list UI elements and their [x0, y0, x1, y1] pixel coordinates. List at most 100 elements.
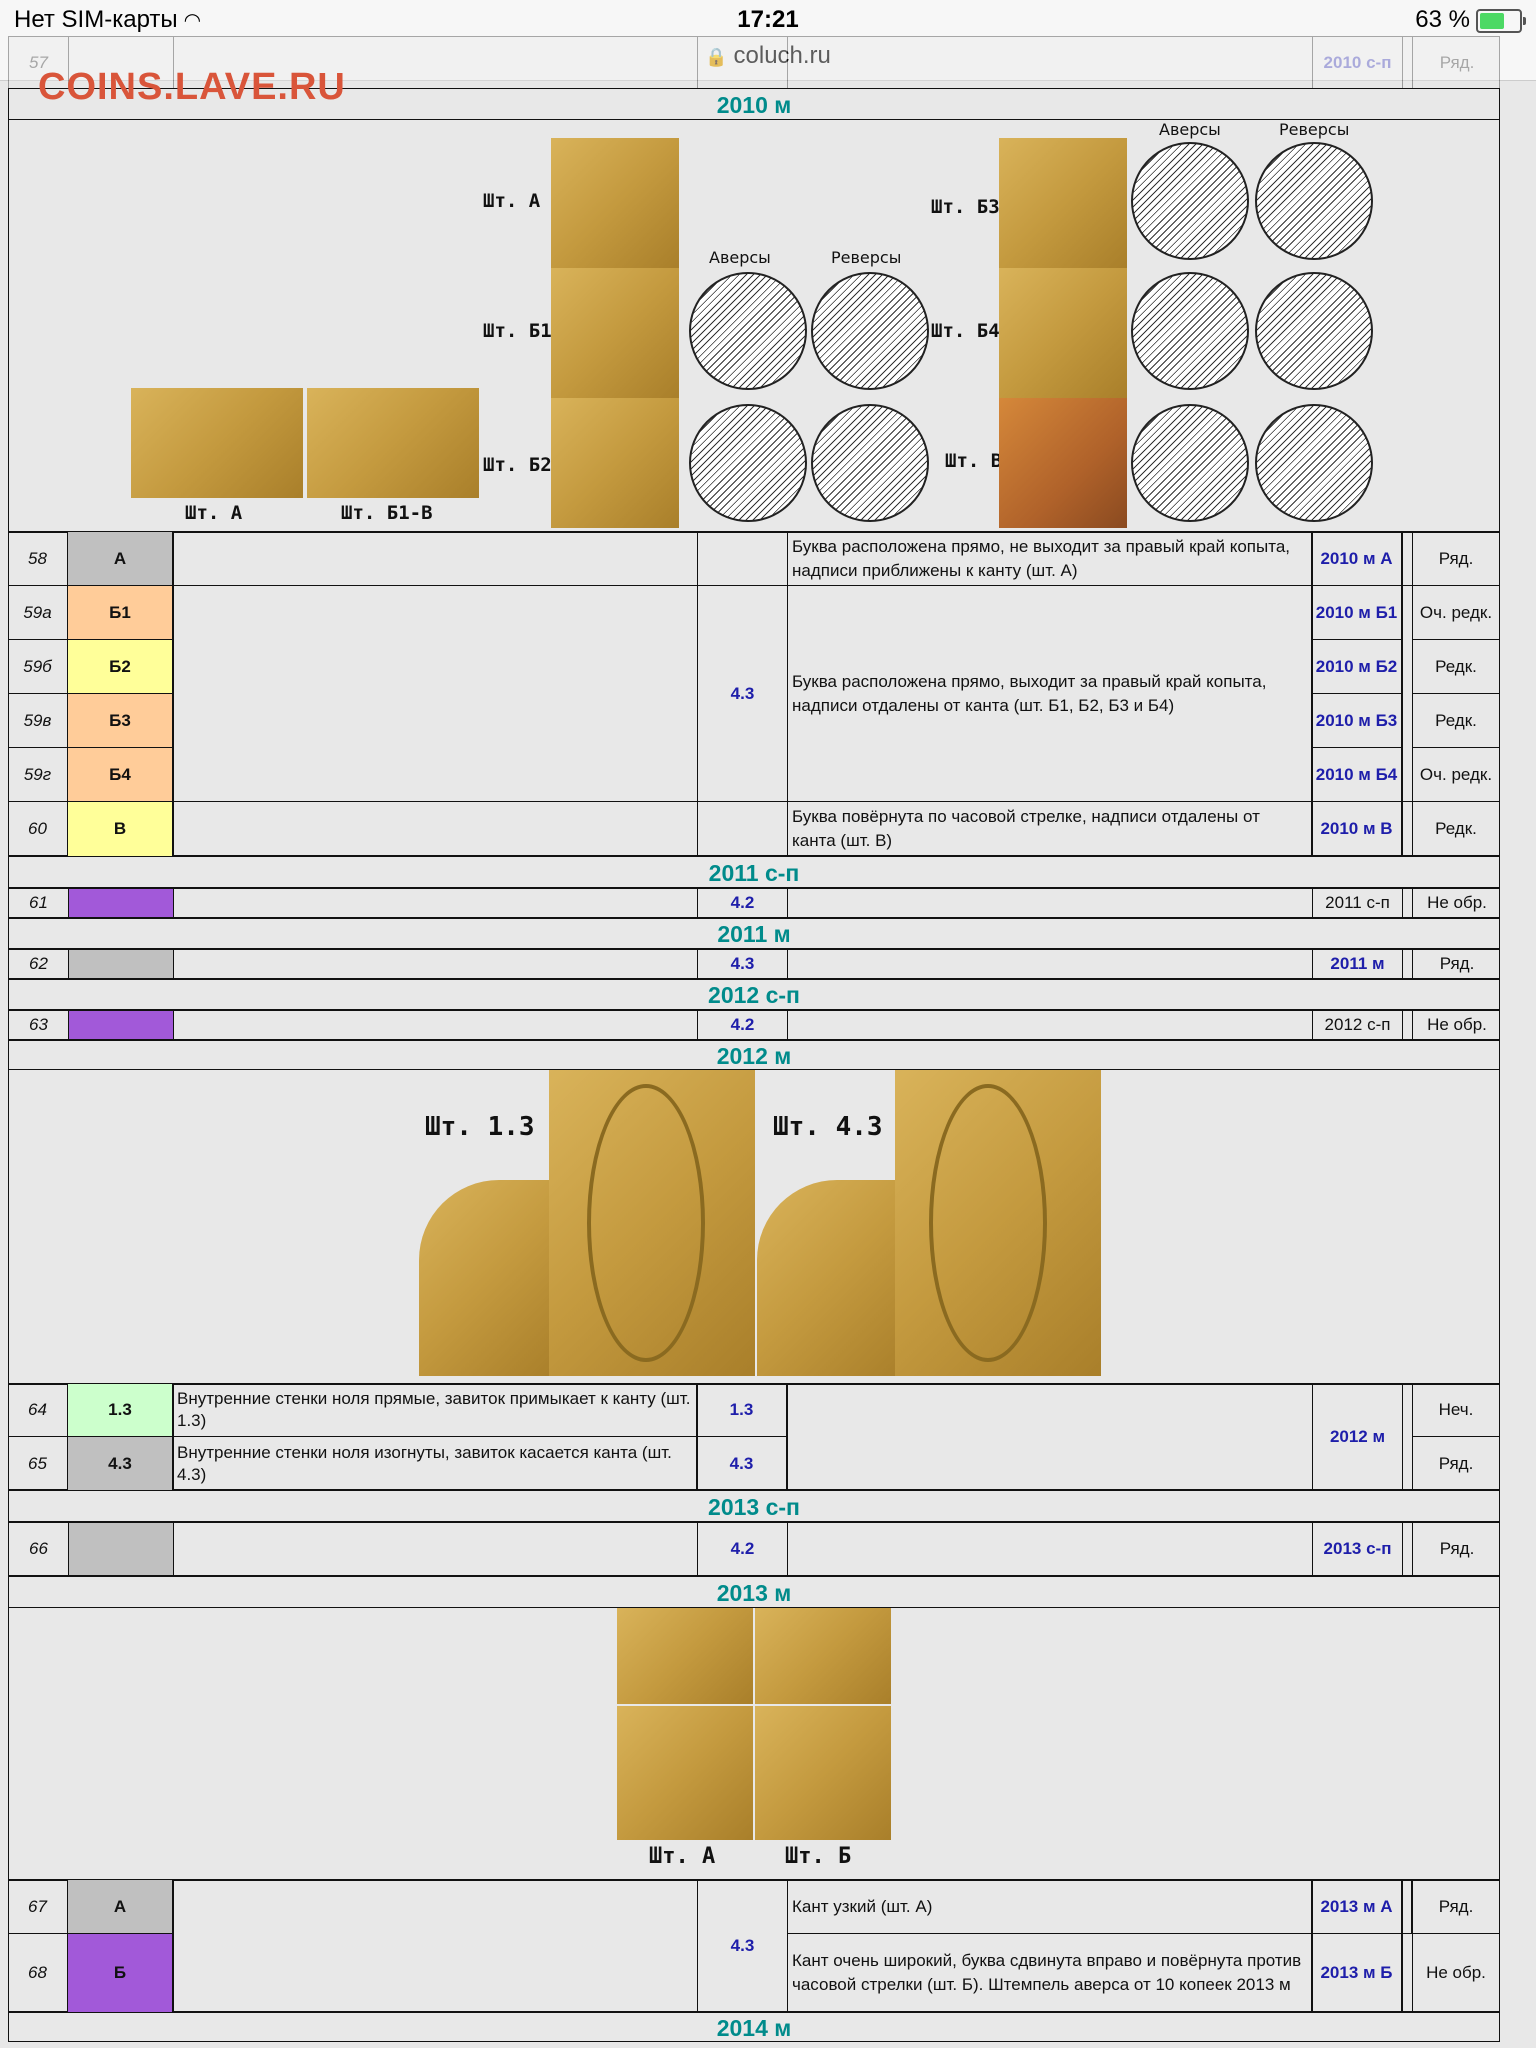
row-code[interactable]: 4.2 — [698, 1523, 788, 1575]
row-code[interactable]: 1.3 — [697, 1384, 787, 1437]
coin-diagram — [811, 404, 929, 522]
row-rarity: Оч. редк. — [1412, 748, 1500, 802]
label-a: Шт. А — [483, 190, 541, 212]
variant-badge: Б3 — [68, 694, 173, 748]
row-rarity: Оч. редк. — [1412, 586, 1500, 640]
variant-badge — [69, 950, 174, 978]
table-row-66: 66 4.2 2013 с-п Ряд. — [8, 1522, 1500, 1576]
variant-badge: Б4 — [68, 748, 173, 802]
section-header-2012m: 2012 м — [8, 1040, 1500, 1070]
coin-photo-b-bottom — [755, 1706, 891, 1840]
section-header-2014m: 2014 м — [8, 2012, 1500, 2042]
row-number: 67 — [8, 1880, 68, 1934]
row-year[interactable]: 2011 м — [1313, 950, 1403, 978]
table-2010m: 4.3 58 А Буква расположена прямо, не вых… — [8, 532, 1500, 856]
row-year[interactable]: 2013 м Б — [1312, 1934, 1402, 2012]
variant-badge: 4.3 — [68, 1437, 173, 1490]
die-photo-b4 — [999, 268, 1127, 398]
variant-badge: В — [68, 802, 173, 856]
row-number: 59б — [8, 640, 68, 694]
row-year[interactable]: 2013 м А — [1312, 1880, 1402, 1934]
variant-badge — [69, 1011, 174, 1039]
row-year[interactable]: 2010 м Б3 — [1312, 694, 1402, 748]
section-header-2012sp: 2012 с-п — [8, 979, 1500, 1010]
label-reverse: Реверсы — [1279, 120, 1350, 139]
coin-photo-13-curl — [419, 1180, 555, 1376]
battery-icon — [1476, 8, 1526, 33]
table-row-64: 64 1.3 Внутренние стенки ноля прямые, за… — [8, 1384, 1500, 1437]
die-photo-b3 — [999, 138, 1127, 268]
row-year[interactable]: 2013 с-п — [1313, 1523, 1403, 1575]
section-header-2013sp: 2013 с-п — [8, 1490, 1500, 1522]
row-code[interactable]: 4.2 — [698, 889, 788, 917]
row-year[interactable]: 2010 с-п — [1313, 37, 1403, 89]
variant-badge — [69, 1523, 174, 1575]
zero-digit-43 — [929, 1084, 1047, 1362]
clock: 17:21 — [737, 6, 799, 33]
table-row-61: 61 4.2 2011 с-п Не обр. — [8, 888, 1500, 918]
coin-photo-a-bottom — [617, 1706, 753, 1840]
row-rarity: Редк. — [1412, 694, 1500, 748]
row-rarity: Ряд. — [1438, 1453, 1474, 1473]
row-year: 2012 с-п — [1313, 1011, 1403, 1039]
caption-b: Шт. Б — [785, 1844, 852, 1869]
row-number: 60 — [8, 802, 68, 856]
row-code[interactable]: 4.3 — [698, 950, 788, 978]
coin-photo-b1v — [307, 388, 479, 498]
coin-photo-43-curl — [757, 1180, 905, 1376]
row-number: 59в — [8, 694, 68, 748]
label-43: Шт. 4.3 — [773, 1112, 883, 1142]
row-year[interactable]: 2010 м Б4 — [1312, 748, 1402, 802]
row-rarity: Ряд. — [1439, 1539, 1475, 1558]
row-number: 64 — [8, 1384, 68, 1437]
table-2013m: 4.3 67 А Кант узкий (шт. А) 2013 м А Ряд… — [8, 1880, 1500, 2012]
row-rarity: Ряд. — [1439, 53, 1475, 72]
variant-badge: 1.3 — [68, 1384, 173, 1437]
row-rarity: Не обр. — [1426, 1963, 1486, 1982]
row-rarity: Не обр. — [1427, 1015, 1487, 1034]
row-code[interactable]: 4.2 — [698, 1011, 788, 1039]
table-row-59a: 59а Б1 2010 м Б1 Оч. редк. — [8, 586, 1500, 640]
row-year[interactable]: 2010 м Б2 — [1312, 640, 1402, 694]
row-rarity: Редк. — [1435, 819, 1477, 838]
section-header-2013m: 2013 м — [8, 1576, 1500, 1608]
coin-photo-a-top — [617, 1608, 753, 1704]
table-row-59g: 59г Б4 2010 м Б4 Оч. редк. — [8, 748, 1500, 802]
label-v: Шт. В — [945, 450, 1003, 472]
coin-diagram — [1131, 404, 1249, 522]
table-row-65: 65 4.3 Внутренние стенки ноля изогнуты, … — [8, 1437, 1500, 1490]
table-row-62: 62 4.3 2011 м Ряд. — [8, 949, 1500, 979]
row-year[interactable]: 2010 м В — [1312, 802, 1402, 856]
section-header-2011sp: 2011 с-п — [8, 856, 1500, 888]
row-number: 59г — [8, 748, 68, 802]
row-description: Внутренние стенки ноля прямые, завиток п… — [173, 1384, 697, 1437]
row-number: 59а — [8, 586, 68, 640]
row-year: 2011 с-п — [1313, 889, 1403, 917]
row-year[interactable]: 2010 м А — [1312, 532, 1402, 585]
section-header-2011m: 2011 м — [8, 918, 1500, 949]
label-b3: Шт. Б3 — [931, 196, 1000, 218]
label-averse: Аверсы — [1159, 120, 1221, 139]
row-code[interactable]: 4.3 — [697, 1437, 787, 1490]
die-photo-b2 — [551, 398, 679, 528]
table-row-59b: 59б Б2 2010 м Б2 Редк. — [8, 640, 1500, 694]
zero-digit-13 — [587, 1084, 705, 1362]
label-b2: Шт. Б2 — [483, 454, 552, 476]
label-13: Шт. 1.3 — [425, 1112, 535, 1142]
row-description: Внутренние стенки ноля изогнуты, завиток… — [173, 1437, 697, 1490]
site-logo[interactable]: COINS.LAVE.RU — [38, 66, 346, 109]
row-rarity: Ряд. — [1439, 954, 1475, 973]
die-photo-b1 — [551, 268, 679, 398]
row-number: 58 — [8, 532, 68, 585]
variant-badge: Б2 — [68, 640, 173, 694]
variant-badge — [69, 889, 174, 917]
row-number: 62 — [9, 950, 69, 978]
coin-diagram — [1255, 142, 1373, 260]
table-2012m: 2012 м 64 1.3 Внутренние стенки ноля пря… — [8, 1384, 1500, 1490]
caption-a: Шт. А — [185, 502, 243, 524]
row-rarity: Ряд. — [1438, 548, 1474, 568]
row-year[interactable]: 2010 м Б1 — [1312, 586, 1402, 640]
row-description: Кант узкий (шт. А) — [787, 1880, 1312, 1934]
row-rarity: Редк. — [1412, 640, 1500, 694]
label-averse: Аверсы — [709, 248, 771, 267]
